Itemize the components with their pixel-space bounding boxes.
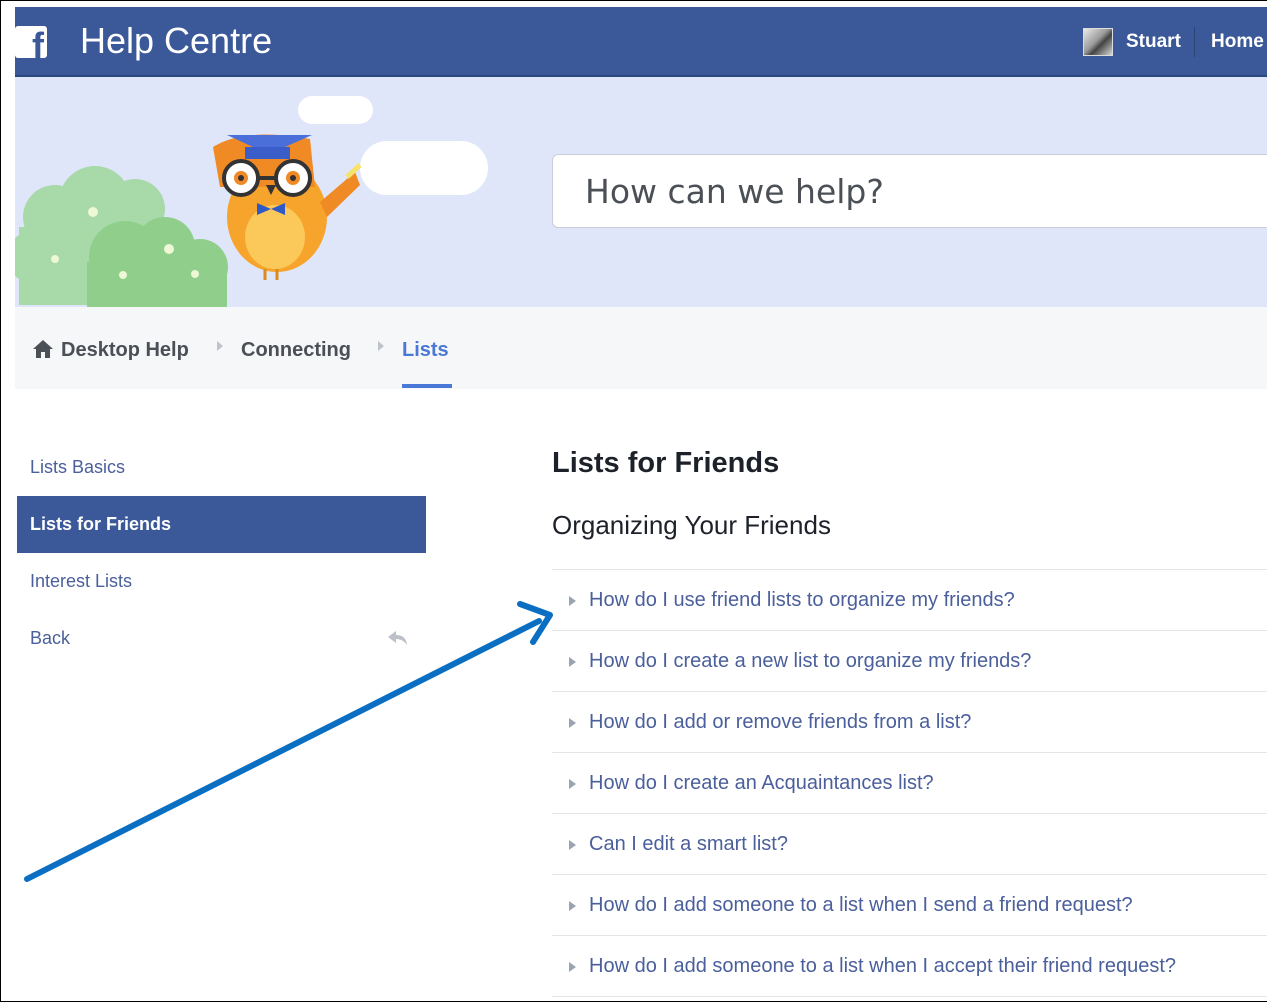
triangle-right-icon bbox=[569, 779, 576, 789]
hero-banner bbox=[15, 77, 1267, 307]
sidebar-item-back[interactable]: Back bbox=[17, 610, 426, 667]
triangle-right-icon bbox=[569, 596, 576, 606]
faq-list: How do I use friend lists to organize my… bbox=[552, 569, 1267, 997]
sidebar-item-lists-for-friends[interactable]: Lists for Friends bbox=[17, 496, 426, 553]
app-title[interactable]: Help Centre bbox=[80, 21, 272, 61]
active-breadcrumb-indicator bbox=[402, 384, 452, 388]
triangle-right-icon bbox=[217, 341, 223, 351]
faq-question-link[interactable]: How do I add or remove friends from a li… bbox=[589, 710, 971, 734]
breadcrumb-desktop-help[interactable]: Desktop Help bbox=[61, 338, 189, 362]
page-title: Lists for Friends bbox=[552, 447, 780, 479]
faq-item[interactable]: How do I create an Acquaintances list? bbox=[552, 753, 1267, 814]
triangle-right-icon bbox=[569, 840, 576, 850]
breadcrumb-lists[interactable]: Lists bbox=[402, 338, 449, 362]
reply-arrow-icon bbox=[388, 631, 407, 645]
faq-item[interactable]: How do I add someone to a list when I se… bbox=[552, 875, 1267, 936]
faq-question-link[interactable]: How do I create a new list to organize m… bbox=[589, 649, 1031, 673]
user-profile-link[interactable]: Stuart bbox=[1126, 31, 1181, 53]
section-title: Organizing Your Friends bbox=[552, 510, 831, 540]
faq-item[interactable]: How do I add someone to a list when I ac… bbox=[552, 936, 1267, 997]
faq-question-link[interactable]: Can I edit a smart list? bbox=[589, 832, 788, 856]
breadcrumb: Desktop Help Connecting Lists bbox=[15, 307, 1267, 389]
triangle-right-icon bbox=[378, 341, 384, 351]
sidebar-item-interest-lists[interactable]: Interest Lists bbox=[17, 553, 426, 610]
owl-mascot-illustration bbox=[15, 96, 488, 307]
user-avatar[interactable] bbox=[1083, 28, 1113, 56]
sidebar-navigation: Lists Basics Lists for Friends Interest … bbox=[17, 439, 426, 667]
triangle-right-icon bbox=[569, 901, 576, 911]
breadcrumb-connecting[interactable]: Connecting bbox=[241, 338, 351, 362]
faq-question-link[interactable]: How do I add someone to a list when I ac… bbox=[589, 954, 1176, 978]
faq-question-link[interactable]: How do I add someone to a list when I se… bbox=[589, 893, 1133, 917]
home-link[interactable]: Home bbox=[1211, 31, 1264, 53]
help-search-box[interactable] bbox=[552, 154, 1267, 228]
faq-question-link[interactable]: How do I use friend lists to organize my… bbox=[589, 588, 1015, 612]
facebook-logo-icon[interactable]: f bbox=[15, 26, 47, 58]
back-label: Back bbox=[30, 628, 71, 648]
triangle-right-icon bbox=[569, 657, 576, 667]
help-search-input[interactable] bbox=[585, 165, 1235, 217]
faq-question-link[interactable]: How do I create an Acquaintances list? bbox=[589, 771, 934, 795]
triangle-right-icon bbox=[569, 718, 576, 728]
faq-item[interactable]: Can I edit a smart list? bbox=[552, 814, 1267, 875]
logo-letter: f bbox=[32, 26, 44, 59]
nav-divider bbox=[1194, 27, 1195, 57]
screenshot-frame: f Help Centre Stuart Home How can we hel… bbox=[0, 0, 1267, 1002]
top-navigation-bar: f Help Centre Stuart Home bbox=[15, 7, 1267, 77]
faq-item[interactable]: How do I create a new list to organize m… bbox=[552, 631, 1267, 692]
faq-item[interactable]: How do I use friend lists to organize my… bbox=[552, 570, 1267, 631]
faq-item[interactable]: How do I add or remove friends from a li… bbox=[552, 692, 1267, 753]
triangle-right-icon bbox=[569, 962, 576, 972]
sidebar-item-lists-basics[interactable]: Lists Basics bbox=[17, 439, 426, 496]
house-icon[interactable] bbox=[32, 339, 54, 359]
